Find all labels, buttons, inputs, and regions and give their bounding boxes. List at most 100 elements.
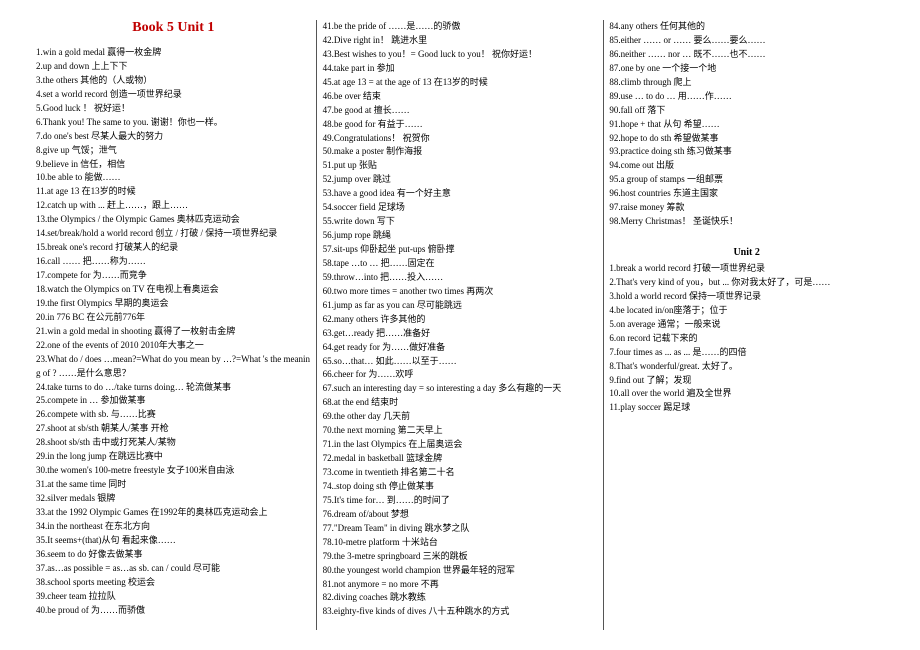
unit1-entry: 67.such an interesting day = so interest… bbox=[317, 382, 604, 396]
unit2-entry: 11.play soccer 踢足球 bbox=[603, 401, 890, 415]
unit1-entry: 39.cheer team 拉拉队 bbox=[30, 590, 317, 604]
unit1-entry: 32.silver medals 银牌 bbox=[30, 492, 317, 506]
unit1-entry: 31.at the same time 同时 bbox=[30, 478, 317, 492]
unit1-entry: 60.two more times = another two times 再两… bbox=[317, 285, 604, 299]
unit1-entry: 53.have a good idea 有一个好主意 bbox=[317, 187, 604, 201]
unit1-entry: 62.many others 许多其他的 bbox=[317, 313, 604, 327]
unit1-entry: 34.in the northeast 在东北方向 bbox=[30, 520, 317, 534]
unit2-entry: 6.on record 记载下来的 bbox=[603, 332, 890, 346]
unit1-entry: 15.break one's record 打破某人的纪录 bbox=[30, 241, 317, 255]
unit1-entry: 41.be the pride of ……是……的骄傲 bbox=[317, 20, 604, 34]
unit2-title: Unit 2 bbox=[603, 247, 890, 258]
unit1-entry: 23.What do / does …mean?=What do you mea… bbox=[30, 353, 317, 381]
unit2-entry: 9.find out 了解；发现 bbox=[603, 374, 890, 388]
page-content: Book 5 Unit 1 1.win a gold medal 赢得一枚金牌2… bbox=[0, 0, 920, 650]
unit1-entry: 92.hope to do sth 希望做某事 bbox=[603, 132, 890, 146]
unit1-entry: 54.soccer field 足球场 bbox=[317, 201, 604, 215]
unit1-entry: 35.It seems+(that)从句 看起来像…… bbox=[30, 534, 317, 548]
unit1-entry: 51.put up 张贴 bbox=[317, 159, 604, 173]
unit1-entry: 1.win a gold medal 赢得一枚金牌 bbox=[30, 46, 317, 60]
unit1-entry: 3.the others 其他的（人或物） bbox=[30, 74, 317, 88]
unit1-entry: 16.call …… 把……称为…… bbox=[30, 255, 317, 269]
unit1-entry: 22.one of the events of 2010 2010年大事之一 bbox=[30, 339, 317, 353]
unit1-entry: 49.Congratulations！ 祝贺你 bbox=[317, 132, 604, 146]
unit2-entry: 10.all over the world 遍及全世界 bbox=[603, 387, 890, 401]
unit1-entry: 45.at age 13 = at the age of 13 在13岁的时候 bbox=[317, 76, 604, 90]
unit1-entry: 71.in the last Olympics 在上届奥运会 bbox=[317, 438, 604, 452]
blank bbox=[603, 229, 890, 243]
unit1-entry: 40.be proud of 为……而骄傲 bbox=[30, 604, 317, 618]
unit1-entry: 2.up and down 上上下下 bbox=[30, 60, 317, 74]
unit2-entry: 1.break a world record 打破一项世界纪录 bbox=[603, 262, 890, 276]
unit1-entry: 12.catch up with ... 赶上……，跟上…… bbox=[30, 199, 317, 213]
unit1-entry: 88.climb through 爬上 bbox=[603, 76, 890, 90]
unit1-entry: 10.be able to 能做…… bbox=[30, 171, 317, 185]
unit1-entry: 70.the next morning 第二天早上 bbox=[317, 424, 604, 438]
unit1-entry: 61.jump as far as you can 尽可能跳远 bbox=[317, 299, 604, 313]
unit1-entry: 87.one by one 一个接一个地 bbox=[603, 62, 890, 76]
unit1-entry: 47.be good at 擅长…… bbox=[317, 104, 604, 118]
unit1-entry: 69.the other day 几天前 bbox=[317, 410, 604, 424]
unit1-entry: 18.watch the Olympics on TV 在电视上看奥运会 bbox=[30, 283, 317, 297]
unit1-entry: 93.practice doing sth 练习做某事 bbox=[603, 145, 890, 159]
unit1-entry: 11.at age 13 在13岁的时候 bbox=[30, 185, 317, 199]
unit2-entry: 5.on average 通常；一般来说 bbox=[603, 318, 890, 332]
unit1-entry: 43.Best wishes to you！= Good luck to you… bbox=[317, 48, 604, 62]
unit1-entry: 55.write down 写下 bbox=[317, 215, 604, 229]
unit1-entry: 38.school sports meeting 校运会 bbox=[30, 576, 317, 590]
unit1-entry: 65.so…that… 如此……以至于…… bbox=[317, 355, 604, 369]
unit1-entry: 85.either …… or …… 要么……要么…… bbox=[603, 34, 890, 48]
unit1-entry: 20.in 776 BC 在公元前776年 bbox=[30, 311, 317, 325]
unit1-entry: 83.eighty-five kinds of dives 八十五种跳水的方式 bbox=[317, 605, 604, 619]
unit2-entry: 4.be located in/on座落于；位于 bbox=[603, 304, 890, 318]
unit1-entry: 19.the first Olympics 早期的奥运会 bbox=[30, 297, 317, 311]
unit2-entry: 7.four times as ... as ... 是……的四倍 bbox=[603, 346, 890, 360]
unit1-entry: 37.as…as possible = as…as sb. can / coul… bbox=[30, 562, 317, 576]
unit1-entry: 17.compete for 为……而竞争 bbox=[30, 269, 317, 283]
unit1-entry: 77."Dream Team" in diving 跳水梦之队 bbox=[317, 522, 604, 536]
unit1-entry: 30.the women's 100-metre freestyle 女子100… bbox=[30, 464, 317, 478]
unit1-entry: 7.do one's best 尽某人最大的努力 bbox=[30, 130, 317, 144]
unit1-entry: 57.sit-ups 仰卧起坐 put-ups 俯卧撑 bbox=[317, 243, 604, 257]
unit1-entry: 4.set a world record 创造一项世界纪录 bbox=[30, 88, 317, 102]
unit1-entry: 26.compete with sb. 与……比赛 bbox=[30, 408, 317, 422]
unit2-entry: 8.That's wonderful/great. 太好了。 bbox=[603, 360, 890, 374]
unit1-entry: 24.take turns to do …/take turns doing… … bbox=[30, 381, 317, 395]
unit1-entry: 66.cheer for 为……欢呼 bbox=[317, 368, 604, 382]
unit2-entry: 2.That's very kind of you，but ... 你对我太好了… bbox=[603, 276, 890, 290]
unit1-entry: 52.jump over 跳过 bbox=[317, 173, 604, 187]
unit1-entry: 90.fall off 落下 bbox=[603, 104, 890, 118]
unit1-entry: 27.shoot at sb/sth 朝某人/某事 开枪 bbox=[30, 422, 317, 436]
unit1-entry: 58.tape …to … 把……固定在 bbox=[317, 257, 604, 271]
unit1-entry: 74..stop doing sth 停止做某事 bbox=[317, 480, 604, 494]
unit1-entry: 80.the youngest world champion 世界最年轻的冠军 bbox=[317, 564, 604, 578]
unit1-entry: 79.the 3-metre springboard 三米的跳板 bbox=[317, 550, 604, 564]
unit1-entry: 64.get ready for 为……做好准备 bbox=[317, 341, 604, 355]
unit1-entry: 78.10-metre platform 十米站台 bbox=[317, 536, 604, 550]
unit1-entry: 13.the Olympics / the Olympic Games 奥林匹克… bbox=[30, 213, 317, 227]
unit1-entry: 63.get…ready 把……准备好 bbox=[317, 327, 604, 341]
unit1-entry: 36.seem to do 好像去做某事 bbox=[30, 548, 317, 562]
unit1-entry: 86.neither …… nor … 既不……也不…… bbox=[603, 48, 890, 62]
unit1-entry: 5.Good luck ！ 祝好运！ bbox=[30, 102, 317, 116]
unit1-entry: 98.Merry Christmas！ 圣诞快乐！ bbox=[603, 215, 890, 229]
unit2-entry: 3.hold a world record 保持一项世界记录 bbox=[603, 290, 890, 304]
unit1-entry: 91.hope + that 从句 希望…… bbox=[603, 118, 890, 132]
unit1-entry: 68.at the end 结束时 bbox=[317, 396, 604, 410]
unit1-entry: 81.not anymore = no more 不再 bbox=[317, 578, 604, 592]
unit1-entry: 82.diving coaches 跳水教练 bbox=[317, 591, 604, 605]
unit1-entry: 6.Thank you! The same to you. 谢谢！你也一样。 bbox=[30, 116, 317, 130]
unit1-entry: 89.use … to do … 用……作…… bbox=[603, 90, 890, 104]
book-unit-title: Book 5 Unit 1 bbox=[30, 20, 317, 36]
unit1-entry: 14.set/break/hold a world record 创立 / 打破… bbox=[30, 227, 317, 241]
unit1-entry: 8.give up 气馁；泄气 bbox=[30, 144, 317, 158]
unit1-entry: 56.jump rope 跳绳 bbox=[317, 229, 604, 243]
unit1-entry: 72.medal in basketball 篮球金牌 bbox=[317, 452, 604, 466]
unit1-entry: 9.believe in 信任，相信 bbox=[30, 158, 317, 172]
unit1-entry: 95.a group of stamps 一组邮票 bbox=[603, 173, 890, 187]
unit1-entry: 44.take part in 参加 bbox=[317, 62, 604, 76]
unit1-entry: 33.at the 1992 Olympic Games 在1992年的奥林匹克… bbox=[30, 506, 317, 520]
unit1-entry: 48.be good for 有益于…… bbox=[317, 118, 604, 132]
unit1-entry: 75.It's time for… 到……的时间了 bbox=[317, 494, 604, 508]
unit1-entry: 25.compete in … 参加做某事 bbox=[30, 394, 317, 408]
